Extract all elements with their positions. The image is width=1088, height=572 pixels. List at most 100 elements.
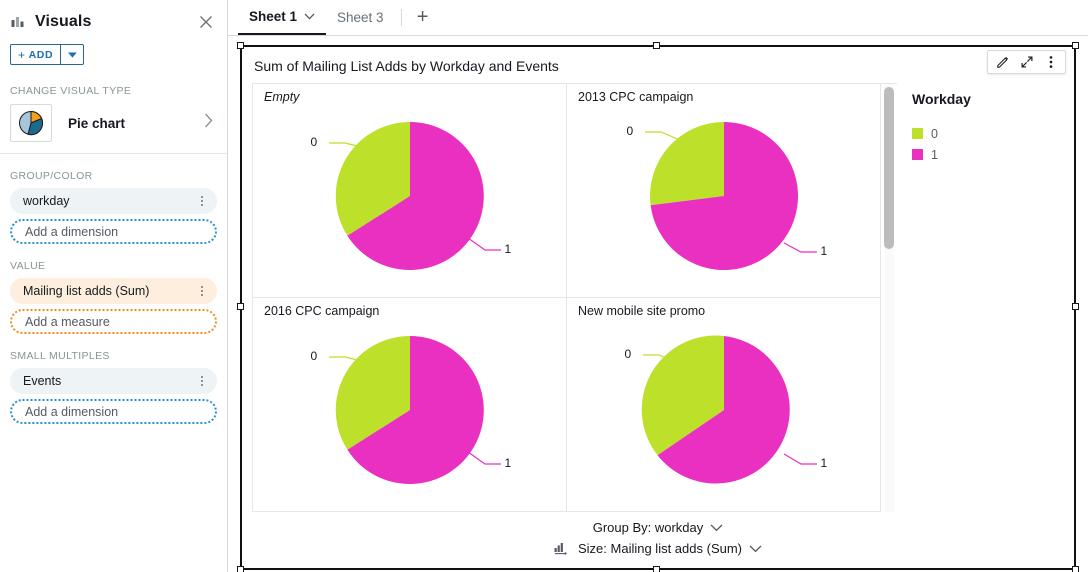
slice-label-0: 0 xyxy=(310,348,318,363)
resize-handle-top-right[interactable] xyxy=(1072,42,1079,49)
small-multiples-grid: Empty 0 1 2013 CPC campaign 0 1 2016 CPC… xyxy=(252,83,881,512)
resize-handle-middle-left[interactable] xyxy=(237,302,244,310)
sort-ascending-icon xyxy=(554,542,569,555)
plus-icon[interactable]: + xyxy=(408,0,438,35)
field-pill-mailing-list-adds[interactable]: Mailing list adds (Sum) xyxy=(10,278,217,304)
kebab-menu-icon[interactable] xyxy=(195,286,209,296)
footer-size-label: Size: Mailing list adds (Sum) xyxy=(578,541,742,556)
change-visual-type-label: CHANGE VISUAL TYPE xyxy=(10,85,132,97)
field-pill-events[interactable]: Events xyxy=(10,368,217,394)
tab-sheet-1[interactable]: Sheet 1 xyxy=(238,0,327,35)
resize-handle-bottom-left[interactable] xyxy=(237,566,244,572)
visuals-panel-header: Visuals xyxy=(0,4,227,40)
small-multiple-panel[interactable]: 2013 CPC campaign 0 1 xyxy=(567,84,881,298)
slice-label-0: 0 xyxy=(310,134,318,149)
small-multiples-region: Empty 0 1 2013 CPC campaign 0 1 2016 CPC… xyxy=(242,83,897,512)
legend-swatch xyxy=(912,128,923,139)
visual-action-toolbar xyxy=(987,50,1066,74)
expand-icon[interactable] xyxy=(1015,52,1038,72)
legend-title: Workday xyxy=(912,91,971,107)
pie-chart-1[interactable]: 0 1 xyxy=(609,108,839,288)
resize-handle-bottom-center[interactable] xyxy=(653,566,660,572)
drop-zone-add-dimension-small-multiples[interactable]: Add a dimension xyxy=(10,399,217,424)
well-label-value: VALUE xyxy=(10,260,46,272)
legend-item-1[interactable]: 1 xyxy=(912,144,1074,165)
legend-label: 0 xyxy=(931,126,938,141)
pie-holder: 0 1 xyxy=(567,298,880,511)
sheet-tab-bar: Sheet 1 Sheet 3 + xyxy=(228,0,1088,36)
pie-chart-0[interactable]: 0 1 xyxy=(295,108,525,288)
resize-handle-top-center[interactable] xyxy=(653,42,660,49)
slice-label-1: 1 xyxy=(504,455,512,470)
pie-holder: 0 1 xyxy=(253,298,566,511)
chevron-down-icon[interactable] xyxy=(710,524,723,532)
field-pill-workday[interactable]: workday xyxy=(10,188,217,214)
slice-label-1: 1 xyxy=(820,243,828,258)
small-multiple-panel[interactable]: Empty 0 1 xyxy=(253,84,567,298)
slice-label-0: 0 xyxy=(626,123,634,138)
footer-size[interactable]: Size: Mailing list adds (Sum) xyxy=(554,538,762,559)
add-visual-row: + ADD xyxy=(0,40,227,65)
pie-chart-icon xyxy=(10,104,52,142)
visual-type-label: Pie chart xyxy=(68,115,126,131)
resize-handle-top-left[interactable] xyxy=(237,42,244,49)
scrollbar-thumb[interactable] xyxy=(884,87,894,249)
menu-kebab-icon[interactable] xyxy=(1039,52,1062,72)
footer-group-by[interactable]: Group By: workday xyxy=(593,517,724,538)
panel-title: Visuals xyxy=(35,13,92,30)
chevron-right-icon xyxy=(204,113,213,133)
slice-label-1: 1 xyxy=(504,241,512,256)
drop-zone-add-measure[interactable]: Add a measure xyxy=(10,309,217,334)
tab-label: Sheet 3 xyxy=(337,10,384,25)
resize-handle-bottom-right[interactable] xyxy=(1072,566,1079,572)
vertical-scrollbar[interactable] xyxy=(881,83,897,512)
edit-pencil-icon[interactable] xyxy=(991,52,1014,72)
kebab-menu-icon[interactable] xyxy=(195,196,209,206)
well-label-group-color: GROUP/COLOR xyxy=(10,170,93,182)
chevron-down-icon[interactable] xyxy=(304,13,315,20)
pie-chart-3[interactable]: 0 1 xyxy=(609,322,839,502)
resize-handle-middle-right[interactable] xyxy=(1072,302,1079,310)
visuals-panel: Visuals + ADD CHANGE VISUAL TYPE Pie cha… xyxy=(0,0,228,572)
visual-container-selected[interactable]: Sum of Mailing List Adds by Workday and … xyxy=(237,42,1079,572)
add-visual-label: ADD xyxy=(28,48,54,61)
add-visual-button[interactable]: + ADD xyxy=(10,44,61,65)
visual-footer: Group By: workday Size: Mailing list add… xyxy=(242,512,1074,568)
field-pill-label: workday xyxy=(23,194,70,208)
legend-label: 1 xyxy=(931,147,938,162)
pie-holder: 0 1 xyxy=(253,84,566,297)
kebab-menu-icon[interactable] xyxy=(195,376,209,386)
tab-label: Sheet 1 xyxy=(249,9,298,24)
well-label-small-multiples: SMALL MULTIPLES xyxy=(10,350,110,362)
quicksight-analysis-window: Visuals + ADD CHANGE VISUAL TYPE Pie cha… xyxy=(0,0,1088,572)
visual-type-selector[interactable]: Pie chart xyxy=(0,102,227,144)
tab-sheet-3[interactable]: Sheet 3 xyxy=(326,0,395,35)
drop-zone-add-dimension-group[interactable]: Add a dimension xyxy=(10,219,217,244)
sheet-canvas: Sum of Mailing List Adds by Workday and … xyxy=(228,36,1088,572)
visual-title: Sum of Mailing List Adds by Workday and … xyxy=(254,58,559,74)
caret-down-icon xyxy=(67,46,78,64)
field-pill-label: Events xyxy=(23,374,62,388)
slice-label-0: 0 xyxy=(624,346,632,361)
sheet-area: Sheet 1 Sheet 3 + Sum of Mailing List Ad… xyxy=(228,0,1088,572)
legend: Workday 0 1 xyxy=(897,83,1074,512)
pie-holder: 0 1 xyxy=(567,84,880,297)
legend-item-0[interactable]: 0 xyxy=(912,123,1074,144)
field-pill-label: Mailing list adds (Sum) xyxy=(23,284,150,298)
close-icon[interactable] xyxy=(195,11,217,33)
footer-group-by-label: Group By: workday xyxy=(592,520,704,535)
chevron-down-icon[interactable] xyxy=(749,545,762,553)
visual-inner: Sum of Mailing List Adds by Workday and … xyxy=(242,47,1074,568)
slice-label-1: 1 xyxy=(820,455,828,470)
pie-chart-2[interactable]: 0 1 xyxy=(295,322,525,502)
visual-body: Empty 0 1 2013 CPC campaign 0 1 2016 CPC… xyxy=(242,83,1074,512)
plus-glyph: + xyxy=(18,47,26,62)
add-visual-dropdown-button[interactable] xyxy=(60,44,85,65)
tab-divider xyxy=(400,9,402,26)
panel-divider xyxy=(0,153,227,154)
legend-swatch xyxy=(912,149,923,160)
small-multiple-panel[interactable]: 2016 CPC campaign 0 1 xyxy=(253,298,567,512)
small-multiple-panel[interactable]: New mobile site promo 0 1 xyxy=(567,298,881,512)
visual-header: Sum of Mailing List Adds by Workday and … xyxy=(242,47,1074,83)
bar-chart-icon xyxy=(10,13,28,31)
